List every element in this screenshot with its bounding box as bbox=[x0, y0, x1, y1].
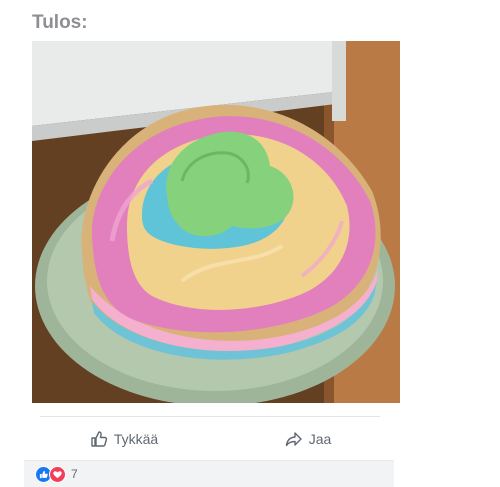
cake-photo-illustration bbox=[32, 41, 400, 403]
share-arrow-icon bbox=[285, 432, 302, 447]
reaction-count: 7 bbox=[71, 467, 78, 481]
love-icon bbox=[49, 465, 66, 483]
thumbs-up-icon bbox=[91, 431, 107, 447]
post-actions-bar: Tykkää Jaa bbox=[32, 422, 400, 456]
post-caption: Tulos: bbox=[32, 12, 88, 33]
reactions-summary[interactable]: 7 bbox=[24, 460, 394, 487]
like-button-label: Tykkää bbox=[113, 431, 159, 447]
share-button[interactable]: Jaa bbox=[216, 422, 400, 456]
share-button-label: Jaa bbox=[308, 431, 332, 447]
actions-divider bbox=[40, 416, 380, 417]
post-photo[interactable] bbox=[32, 41, 400, 403]
facebook-post: Tulos: Tykkää Jaa 7 bbox=[24, 0, 400, 487]
like-button[interactable]: Tykkää bbox=[32, 422, 216, 456]
